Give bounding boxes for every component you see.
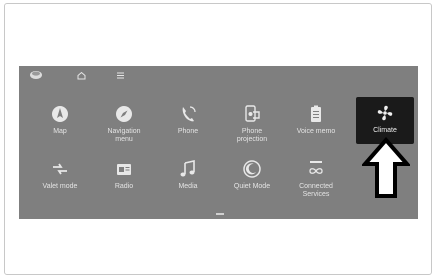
top-bar (19, 66, 418, 84)
profile-icon[interactable] (29, 68, 43, 82)
tile-label: Phone projection (236, 128, 268, 143)
connected-services-icon (305, 158, 327, 180)
tile-label: Radio (114, 183, 134, 190)
phone-projection-icon (241, 103, 263, 125)
page-indicator (216, 213, 224, 215)
fan-icon (374, 102, 396, 124)
tile-quiet-mode[interactable]: Quiet Mode (220, 158, 284, 208)
voice-memo-icon (305, 103, 327, 125)
tile-voice-memo[interactable]: Voice memo (284, 103, 348, 153)
tile-media[interactable]: Media (156, 158, 220, 208)
home-icon[interactable] (74, 68, 88, 82)
tile-connected-services[interactable]: Connected Services (284, 158, 348, 208)
tile-label: Phone (177, 128, 199, 135)
radio-icon (113, 158, 135, 180)
music-note-icon (177, 158, 199, 180)
tile-label: Connected Services (299, 183, 333, 198)
phone-icon (177, 103, 199, 125)
tile-label: Voice memo (296, 128, 336, 135)
tile-map[interactable]: Map (28, 103, 92, 153)
tile-navigation-menu[interactable]: Navigation menu (92, 103, 156, 153)
tile-radio[interactable]: Radio (92, 158, 156, 208)
tile-phone[interactable]: Phone (156, 103, 220, 153)
infotainment-screen: Map Navigation menu Phone Phone projecti… (19, 66, 418, 219)
tile-label: Valet mode (42, 183, 78, 190)
map-icon (49, 103, 71, 125)
quiet-mode-icon (241, 158, 263, 180)
tile-label: Navigation menu (107, 128, 141, 143)
pointer-arrow-icon (362, 137, 410, 198)
tile-valet-mode[interactable]: Valet mode (28, 158, 92, 208)
tile-label: Quiet Mode (233, 183, 271, 190)
tile-label: Media (178, 183, 198, 190)
compass-icon (113, 103, 135, 125)
valet-icon (49, 158, 71, 180)
menu-icon[interactable] (113, 68, 127, 82)
tile-phone-projection[interactable]: Phone projection (220, 103, 284, 153)
tile-label: Map (53, 128, 67, 135)
tile-label: Climate (373, 127, 397, 134)
